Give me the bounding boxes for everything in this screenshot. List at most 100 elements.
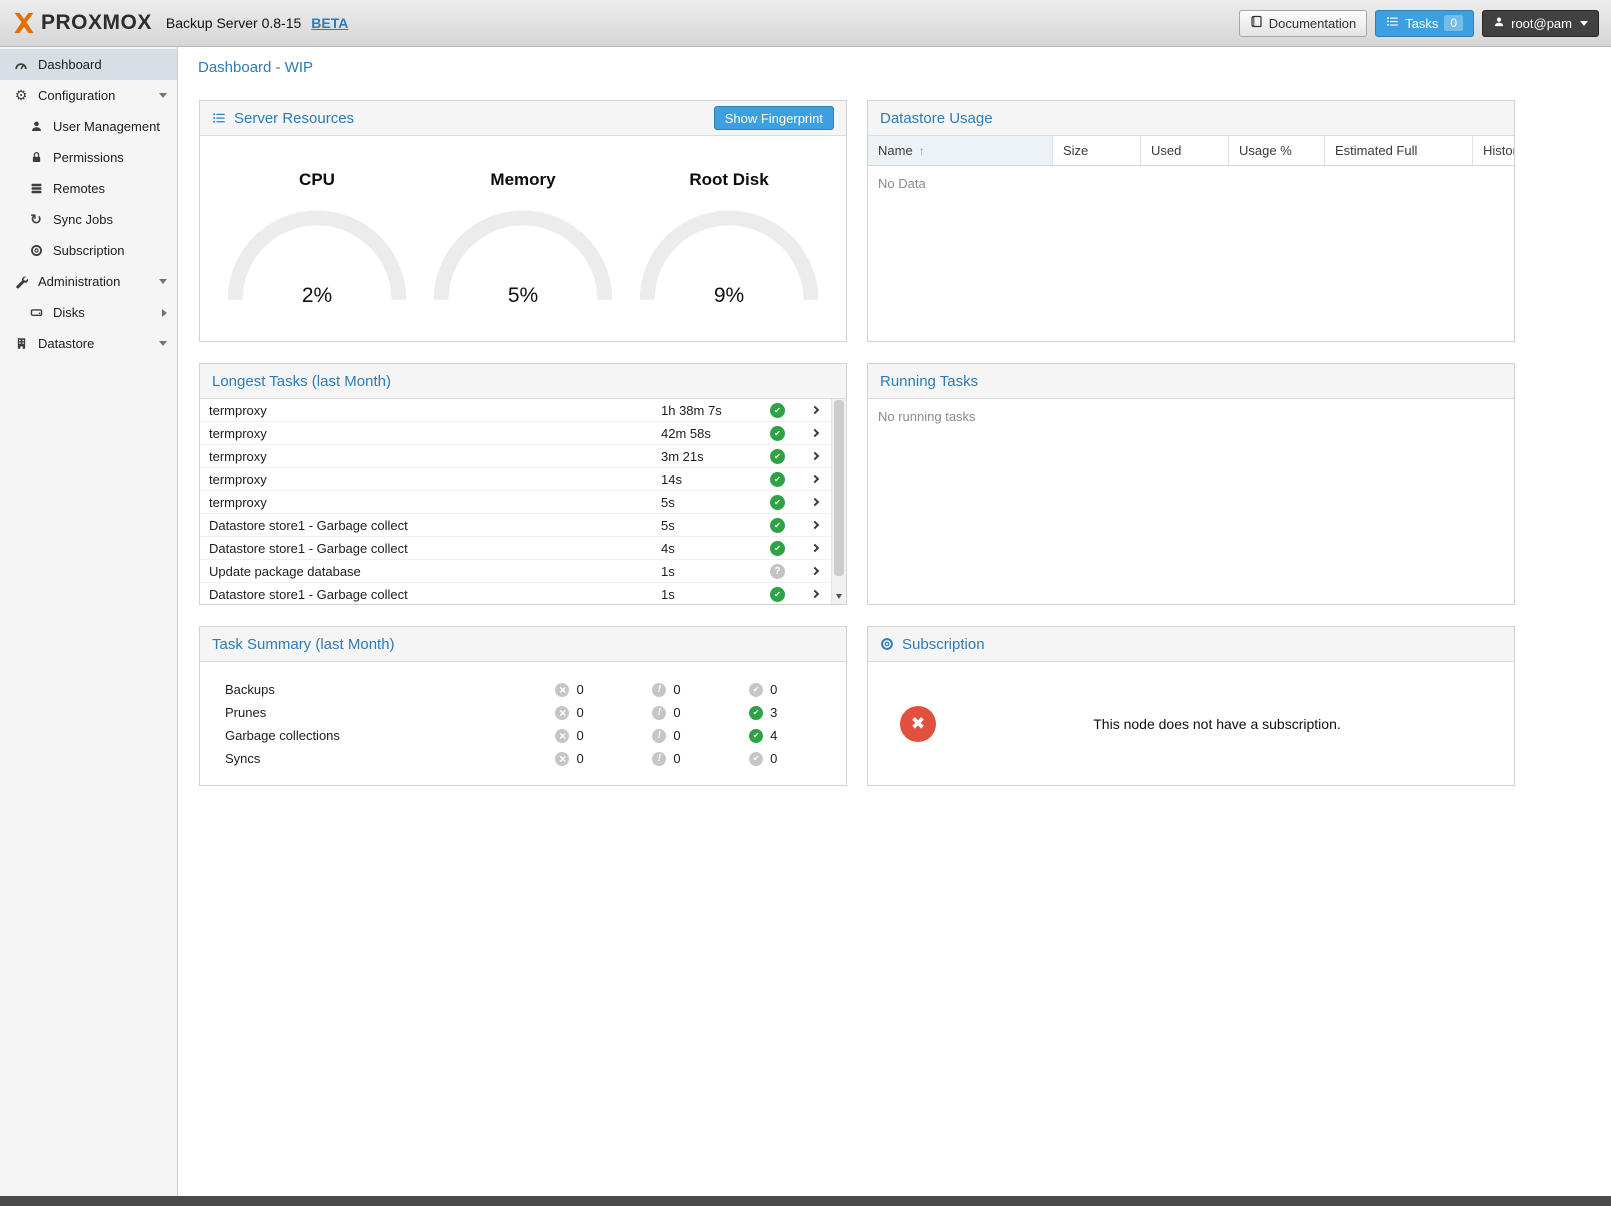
task-status-icon <box>770 541 785 556</box>
task-row[interactable]: termproxy 1h 38m 7s <box>200 399 846 422</box>
resources-icon <box>212 111 226 125</box>
scrollbar-down-button[interactable] <box>832 589 846 604</box>
ok-icon <box>749 752 763 766</box>
ok-count-cell: 0 <box>749 682 846 697</box>
sidebar-item-label: Permissions <box>53 150 124 165</box>
column-header-history[interactable]: History (last Month) <box>1473 136 1514 165</box>
chevron-right-icon[interactable] <box>804 453 826 459</box>
chevron-right-icon[interactable] <box>162 309 167 317</box>
task-row[interactable]: Datastore store1 - Garbage collect 1s <box>200 583 846 604</box>
task-row[interactable]: termproxy 3m 21s <box>200 445 846 468</box>
panel-title: Task Summary (last Month) <box>212 636 395 653</box>
sidebar-item-dashboard[interactable]: Dashboard <box>0 49 177 80</box>
running-tasks-panel: Running Tasks No running tasks <box>867 363 1515 605</box>
task-summary-row[interactable]: Backups 0 0 <box>225 678 846 701</box>
task-status-icon <box>770 495 785 510</box>
summary-label: Prunes <box>225 705 555 720</box>
chevron-down-icon[interactable] <box>159 279 167 284</box>
gauge-label: CPU <box>216 170 418 190</box>
sidebar: Dashboard ⚙ Configuration User Managemen… <box>0 47 178 1196</box>
task-name: Update package database <box>209 564 661 579</box>
sidebar-item-configuration[interactable]: ⚙ Configuration <box>0 80 177 111</box>
task-summary-row[interactable]: Garbage collections 0 0 <box>225 724 846 747</box>
chevron-right-icon[interactable] <box>804 430 826 436</box>
tasks-count-badge: 0 <box>1444 15 1463 31</box>
sidebar-item-disks[interactable]: Disks <box>0 297 177 328</box>
error-count: 0 <box>576 728 583 743</box>
chevron-down-icon[interactable] <box>159 93 167 98</box>
summary-label: Backups <box>225 682 555 697</box>
chevron-right-icon[interactable] <box>804 522 826 528</box>
chevron-right-icon[interactable] <box>804 476 826 482</box>
subscription-header: Subscription <box>868 627 1514 662</box>
book-icon <box>1250 15 1263 31</box>
sidebar-item-administration[interactable]: Administration <box>0 266 177 297</box>
task-row[interactable]: termproxy 5s <box>200 491 846 514</box>
task-row[interactable]: Datastore store1 - Garbage collect 5s <box>200 514 846 537</box>
lock-icon <box>28 151 44 164</box>
task-row[interactable]: Update package database 1s <box>200 560 846 583</box>
sidebar-item-permissions[interactable]: Permissions <box>0 142 177 173</box>
chevron-right-icon[interactable] <box>804 568 826 574</box>
task-row[interactable]: termproxy 14s <box>200 468 846 491</box>
task-summary-row[interactable]: Syncs 0 0 <box>225 747 846 770</box>
warning-count: 0 <box>673 705 680 720</box>
server-resources-header: Server Resources Show Fingerprint <box>200 101 846 136</box>
task-row[interactable]: termproxy 42m 58s <box>200 422 846 445</box>
refresh-icon: ↻ <box>28 211 44 228</box>
running-tasks-header: Running Tasks <box>868 364 1514 399</box>
proxmox-x-icon <box>12 11 36 35</box>
error-count-cell: 0 <box>555 705 652 720</box>
column-header-estimated-full[interactable]: Estimated Full <box>1325 136 1473 165</box>
ok-icon <box>749 706 763 720</box>
app-window: PROXMOX Backup Server 0.8-15 BETA Docume… <box>0 0 1611 1206</box>
task-duration: 3m 21s <box>661 449 770 464</box>
task-summary-row[interactable]: Prunes 0 0 <box>225 701 846 724</box>
chevron-down-icon <box>1580 21 1588 26</box>
task-status-icon <box>770 449 785 464</box>
wrench-icon <box>13 275 29 289</box>
column-header-used[interactable]: Used <box>1141 136 1229 165</box>
chevron-down-icon[interactable] <box>159 341 167 346</box>
memory-gauge: Memory 5% <box>422 170 624 341</box>
cpu-gauge: CPU 2% <box>216 170 418 341</box>
support-icon <box>880 637 894 651</box>
task-status-icon <box>770 518 785 533</box>
task-row[interactable]: Datastore store1 - Garbage collect 4s <box>200 537 846 560</box>
user-menu-button[interactable]: root@pam <box>1482 10 1599 37</box>
beta-link[interactable]: BETA <box>311 15 348 31</box>
sidebar-item-datastore[interactable]: Datastore <box>0 328 177 359</box>
empty-text: No Data <box>868 166 1514 201</box>
task-summary-body: Backups 0 0 <box>200 662 846 785</box>
subscription-body: This node does not have a subscription. <box>868 662 1514 785</box>
sidebar-item-label: Disks <box>53 305 85 320</box>
column-header-usage[interactable]: Usage % <box>1229 136 1325 165</box>
sidebar-item-remotes[interactable]: Remotes <box>0 173 177 204</box>
tasks-button[interactable]: Tasks 0 <box>1375 10 1474 37</box>
warning-count-cell: 0 <box>652 705 749 720</box>
chevron-right-icon[interactable] <box>804 499 826 505</box>
gauge-value: 2% <box>224 284 410 308</box>
warning-icon <box>652 752 666 766</box>
task-status-icon <box>770 426 785 441</box>
proxmox-logo: PROXMOX <box>12 11 152 35</box>
error-icon <box>555 683 569 697</box>
sidebar-item-user-management[interactable]: User Management <box>0 111 177 142</box>
subscription-panel: Subscription This node does not have a s… <box>867 626 1515 786</box>
chevron-right-icon[interactable] <box>804 407 826 413</box>
no-subscription-icon <box>900 706 936 742</box>
sidebar-item-subscription[interactable]: Subscription <box>0 235 177 266</box>
chevron-right-icon[interactable] <box>804 591 826 597</box>
sidebar-item-sync-jobs[interactable]: ↻ Sync Jobs <box>0 204 177 235</box>
ok-count: 3 <box>770 705 777 720</box>
scrollbar[interactable] <box>831 399 846 604</box>
empty-text: No running tasks <box>868 399 1514 434</box>
show-fingerprint-button[interactable]: Show Fingerprint <box>714 106 834 130</box>
column-header-name[interactable]: Name ↑ <box>868 136 1053 165</box>
chevron-right-icon[interactable] <box>804 545 826 551</box>
gauge-value: 9% <box>636 284 822 308</box>
tasks-label: Tasks <box>1405 16 1438 31</box>
documentation-button[interactable]: Documentation <box>1239 10 1367 37</box>
scrollbar-thumb[interactable] <box>834 400 844 576</box>
column-header-size[interactable]: Size <box>1053 136 1141 165</box>
